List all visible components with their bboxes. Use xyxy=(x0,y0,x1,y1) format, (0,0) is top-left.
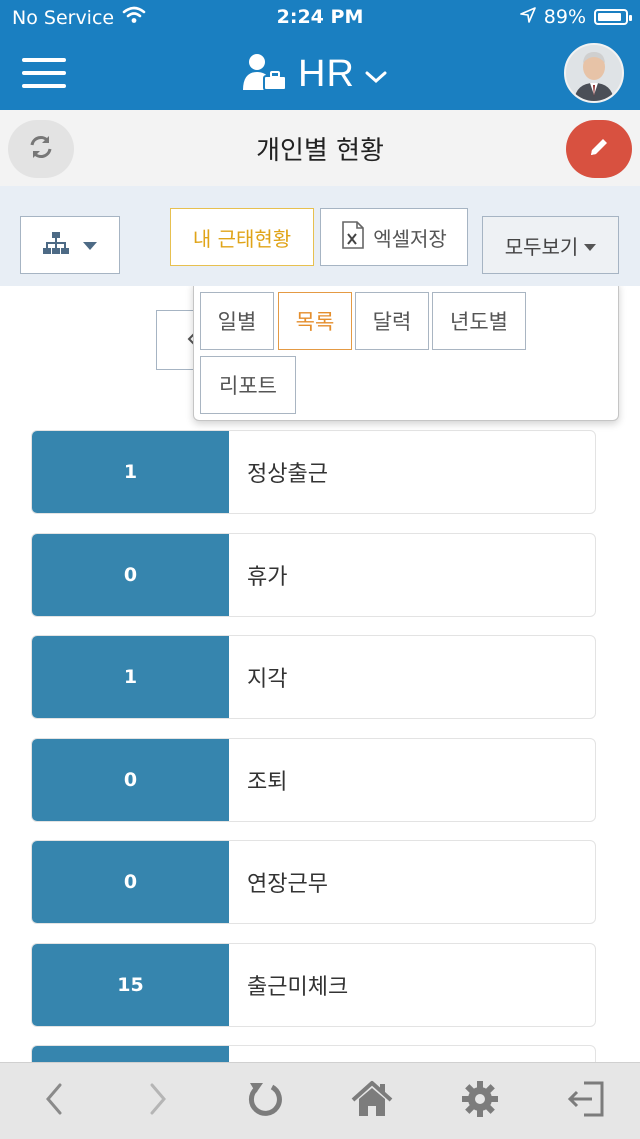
bottom-navigation xyxy=(0,1062,640,1139)
back-icon xyxy=(44,1082,64,1120)
settings-button[interactable] xyxy=(454,1077,506,1125)
app-title: HR xyxy=(298,52,355,95)
filter-toolbar: 내 근태현황 엑셀저장 모두보기 xyxy=(0,186,640,286)
stat-row[interactable]: 0 조퇴 xyxy=(31,737,596,822)
main-content: 1 정상출근 0 휴가 1 지각 0 조퇴 0 연장근무 15 출근미체크 일별 목록 달력 년도별 … xyxy=(0,286,640,1062)
forward-icon xyxy=(148,1082,168,1120)
battery-icon xyxy=(594,9,632,25)
stat-row[interactable]: 15 출근미체크 xyxy=(31,942,596,1027)
org-chart-icon xyxy=(43,231,69,259)
view-menu-item-calendar[interactable]: 달력 xyxy=(355,292,429,350)
app-switcher[interactable]: HR xyxy=(240,52,387,96)
battery-percent: 89% xyxy=(543,6,586,28)
stat-label: 연장근무 xyxy=(247,872,328,897)
caret-down-icon xyxy=(584,233,597,257)
menu-bar xyxy=(22,84,66,88)
stat-row[interactable]: 1 정상출근 xyxy=(31,430,596,514)
view-menu-dropdown: 일별 목록 달력 년도별 리포트 xyxy=(193,286,619,421)
reload-icon xyxy=(246,1079,286,1123)
stat-count: 15 xyxy=(32,943,229,1026)
status-bar: No Service 2:24 PM 89% xyxy=(0,0,640,36)
view-menu-item-report[interactable]: 리포트 xyxy=(200,356,296,414)
stat-row[interactable]: 0 휴가 xyxy=(31,532,596,617)
stat-label: 정상출근 xyxy=(247,462,328,487)
settings-icon xyxy=(460,1079,500,1123)
stat-label: 조퇴 xyxy=(247,769,288,795)
view-menu-item-daily[interactable]: 일별 xyxy=(200,292,274,350)
view-menu-item-yearly[interactable]: 년도별 xyxy=(432,292,526,350)
edit-button[interactable] xyxy=(566,120,632,178)
stat-label: 출근미체크 xyxy=(247,974,349,1000)
page-title: 개인별 현황 xyxy=(256,136,384,166)
excel-file-icon xyxy=(341,220,365,254)
menu-bar xyxy=(22,71,66,75)
stat-count: 1 xyxy=(32,431,229,513)
stat-count xyxy=(32,1046,229,1062)
user-briefcase-icon xyxy=(240,52,288,96)
my-attendance-button[interactable]: 내 근태현황 xyxy=(170,208,314,266)
user-avatar[interactable] xyxy=(564,43,624,103)
app-header: HR xyxy=(0,36,640,110)
stat-row[interactable]: 1 지각 xyxy=(31,635,596,719)
org-select-dropdown[interactable] xyxy=(20,216,120,274)
caret-down-icon xyxy=(83,236,97,255)
view-menu-item-list[interactable]: 목록 xyxy=(278,292,352,350)
logout-button[interactable] xyxy=(560,1077,612,1125)
excel-save-button[interactable]: 엑셀저장 xyxy=(320,208,468,266)
stat-count: 0 xyxy=(32,533,229,616)
stat-row[interactable] xyxy=(31,1045,596,1062)
forward-button[interactable] xyxy=(132,1077,184,1125)
stat-count: 0 xyxy=(32,738,229,821)
location-arrow-icon xyxy=(519,6,536,28)
stat-count: 1 xyxy=(32,636,229,718)
stat-label: 휴가 xyxy=(247,564,288,590)
stat-row[interactable]: 0 연장근무 xyxy=(31,840,596,924)
menu-bar xyxy=(22,58,66,62)
stat-count: 0 xyxy=(32,841,229,923)
excel-save-label: 엑셀저장 xyxy=(373,226,447,251)
home-icon xyxy=(351,1080,393,1122)
pencil-icon xyxy=(587,135,611,163)
status-right: 89% xyxy=(519,6,632,28)
home-button[interactable] xyxy=(346,1077,398,1125)
page-subheader: 개인별 현황 xyxy=(0,110,640,187)
stat-label: 지각 xyxy=(247,667,288,692)
back-button[interactable] xyxy=(28,1077,80,1125)
view-all-dropdown[interactable]: 모두보기 xyxy=(482,216,619,274)
reload-button[interactable] xyxy=(240,1077,292,1125)
logout-icon xyxy=(566,1080,606,1122)
view-all-label: 모두보기 xyxy=(504,234,579,259)
chevron-down-icon xyxy=(365,65,387,89)
hamburger-menu-button[interactable] xyxy=(22,58,66,88)
